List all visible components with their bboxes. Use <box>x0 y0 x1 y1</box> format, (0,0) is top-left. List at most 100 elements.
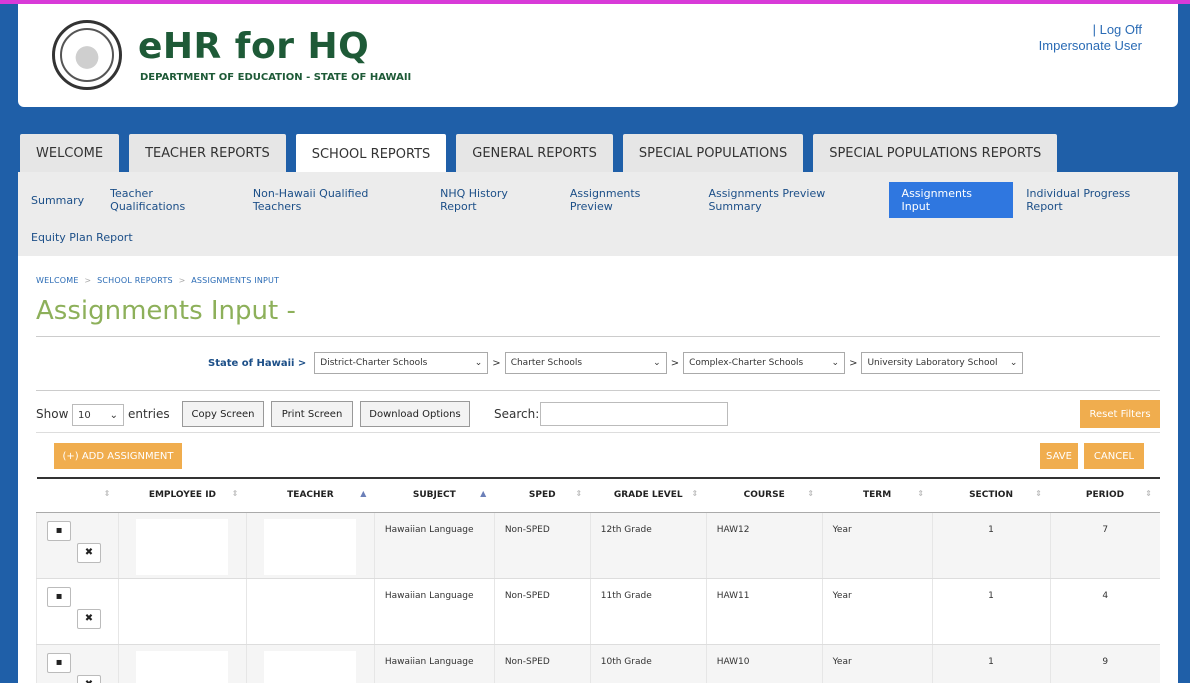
sped-cell[interactable]: Non-SPED <box>493 644 591 683</box>
tab-welcome[interactable]: WELCOME <box>20 134 120 172</box>
column-header-sped[interactable]: SPED ⇕ <box>494 477 591 513</box>
header-links: | Log Off Impersonate User <box>1039 22 1142 54</box>
district-select-value: District-Charter Schools <box>320 358 428 368</box>
column-header-grade-level[interactable]: GRADE LEVEL ⇕ <box>590 477 707 513</box>
sort-asc-icon: ▲ <box>480 489 487 498</box>
column-header-teacher[interactable]: TEACHER ▲ <box>246 477 375 513</box>
app-title: eHR for HQ <box>138 26 370 67</box>
chevron-down-icon: ⌄ <box>653 358 661 368</box>
divider <box>36 390 1160 391</box>
subject-cell[interactable]: Hawaiian Language <box>373 578 495 645</box>
term-cell[interactable]: Year <box>821 644 933 683</box>
period-cell[interactable]: 9 <box>1049 644 1160 683</box>
main-content: WELCOME > SCHOOL REPORTS > ASSIGNMENTS I… <box>18 256 1178 683</box>
column-header-actions[interactable]: ⇕ <box>36 477 119 513</box>
district-select[interactable]: District-Charter Schools ⌄ <box>314 352 489 374</box>
sort-icon: ⇕ <box>103 489 111 498</box>
file-icon[interactable]: ▪ <box>47 520 71 541</box>
complex-select[interactable]: Complex-Charter Schools ⌄ <box>683 352 846 374</box>
column-header-period[interactable]: PERIOD ⇕ <box>1050 477 1160 513</box>
subnav-teacher-qualifications[interactable]: Teacher Qualifications <box>97 182 240 218</box>
tab-special-populations[interactable]: SPECIAL POPULATIONS <box>622 134 804 172</box>
term-cell[interactable]: Year <box>821 578 933 645</box>
subnav-nhq-history[interactable]: NHQ History Report <box>427 182 557 218</box>
section-cell[interactable]: 1 <box>931 578 1050 645</box>
subnav-individual-progress[interactable]: Individual Progress Report <box>1013 182 1178 218</box>
table-row: ▪ ✖ Hawaiian Language Non-SPED 12th Grad… <box>36 512 1160 579</box>
teacher-cell <box>245 512 375 579</box>
redacted-employee-id <box>136 650 229 683</box>
file-icon[interactable]: ▪ <box>47 652 71 673</box>
sped-cell[interactable]: Non-SPED <box>493 512 591 579</box>
period-cell[interactable]: 7 <box>1049 512 1160 579</box>
sort-icon: ⇕ <box>691 489 699 498</box>
search-input[interactable] <box>540 402 728 426</box>
row-actions-cell: ▪ ✖ <box>36 644 119 683</box>
save-button[interactable]: SAVE <box>1040 443 1078 469</box>
breadcrumb-assignments-input: ASSIGNMENTS INPUT <box>191 276 280 285</box>
tab-general-reports[interactable]: GENERAL REPORTS <box>456 134 613 172</box>
grade-level-cell[interactable]: 11th Grade <box>589 578 707 645</box>
log-off-link[interactable]: | Log Off <box>1039 22 1142 38</box>
delete-icon[interactable]: ✖ <box>77 542 101 563</box>
sort-icon: ⇕ <box>917 489 925 498</box>
breadcrumb-school-reports[interactable]: SCHOOL REPORTS <box>97 276 173 285</box>
subnav-assignments-input[interactable]: Assignments Input <box>888 182 1014 218</box>
employee-id-cell <box>117 644 247 683</box>
search-label: Search: <box>494 407 540 421</box>
subnav-assignments-preview[interactable]: Assignments Preview <box>557 182 696 218</box>
column-header-section[interactable]: SECTION ⇕ <box>932 477 1050 513</box>
filter-separator: > <box>670 357 680 369</box>
subnav-assignments-preview-summary[interactable]: Assignments Preview Summary <box>695 182 888 218</box>
page-title: Assignments Input - <box>36 296 296 326</box>
subnav-equity-plan[interactable]: Equity Plan Report <box>18 219 146 255</box>
delete-icon[interactable]: ✖ <box>77 608 101 629</box>
charter-select[interactable]: Charter Schools ⌄ <box>504 352 667 374</box>
sort-icon: ⇕ <box>575 489 583 498</box>
column-header-course[interactable]: COURSE ⇕ <box>706 477 823 513</box>
grade-level-cell[interactable]: 12th Grade <box>589 512 707 579</box>
column-header-subject[interactable]: SUBJECT ▲ <box>374 477 495 513</box>
row-actions: ▪ ✖ <box>37 652 118 683</box>
grade-level-cell[interactable]: 10th Grade <box>589 644 707 683</box>
section-cell[interactable]: 1 <box>931 512 1050 579</box>
divider <box>36 336 1160 337</box>
subject-cell[interactable]: Hawaiian Language <box>373 512 495 579</box>
sped-cell[interactable]: Non-SPED <box>493 578 591 645</box>
page-length-select[interactable]: 10 ⌄ <box>72 404 124 426</box>
subject-cell[interactable]: Hawaiian Language <box>373 644 495 683</box>
copy-screen-button[interactable]: Copy Screen <box>182 401 264 427</box>
school-select[interactable]: University Laboratory School ⌄ <box>861 352 1024 374</box>
tab-teacher-reports[interactable]: TEACHER REPORTS <box>129 134 286 172</box>
section-cell[interactable]: 1 <box>931 644 1050 683</box>
assignments-table-panel: (+) ADD ASSIGNMENT SAVE CANCEL ⇕ EMPLOYE… <box>36 432 1160 683</box>
chevron-down-icon: ⌄ <box>831 358 840 368</box>
table-controls: Show 10 ⌄ entries Copy Screen Print Scre… <box>36 400 1160 430</box>
column-header-employee-id[interactable]: EMPLOYEE ID ⇕ <box>118 477 247 513</box>
cancel-button[interactable]: CANCEL <box>1084 443 1144 469</box>
tab-special-populations-reports[interactable]: SPECIAL POPULATIONS REPORTS <box>813 134 1058 172</box>
state-filter-label[interactable]: State of Hawaii > <box>208 358 306 369</box>
subnav-non-hawaii-qualified[interactable]: Non-Hawaii Qualified Teachers <box>240 182 427 218</box>
redacted-teacher <box>264 518 357 575</box>
course-cell[interactable]: HAW11 <box>705 578 823 645</box>
tab-school-reports[interactable]: SCHOOL REPORTS <box>295 134 447 174</box>
impersonate-user-link[interactable]: Impersonate User <box>1039 38 1142 54</box>
file-icon[interactable]: ▪ <box>47 586 71 607</box>
course-cell[interactable]: HAW12 <box>705 512 823 579</box>
filter-bar: State of Hawaii > District-Charter Schoo… <box>208 352 1024 374</box>
breadcrumb-welcome[interactable]: WELCOME <box>36 276 79 285</box>
add-assignment-button[interactable]: (+) ADD ASSIGNMENT <box>54 443 182 469</box>
delete-icon[interactable]: ✖ <box>77 674 101 683</box>
row-actions: ▪ ✖ <box>37 520 118 567</box>
subnav-summary[interactable]: Summary <box>18 182 97 218</box>
period-cell[interactable]: 4 <box>1049 578 1160 645</box>
print-screen-button[interactable]: Print Screen <box>271 401 353 427</box>
column-header-term[interactable]: TERM ⇕ <box>822 477 933 513</box>
download-options-button[interactable]: Download Options <box>360 401 470 427</box>
sort-icon: ⇕ <box>1145 489 1152 498</box>
employee-id-cell <box>117 578 247 645</box>
course-cell[interactable]: HAW10 <box>705 644 823 683</box>
reset-filters-button[interactable]: Reset Filters <box>1080 400 1160 428</box>
term-cell[interactable]: Year <box>821 512 933 579</box>
